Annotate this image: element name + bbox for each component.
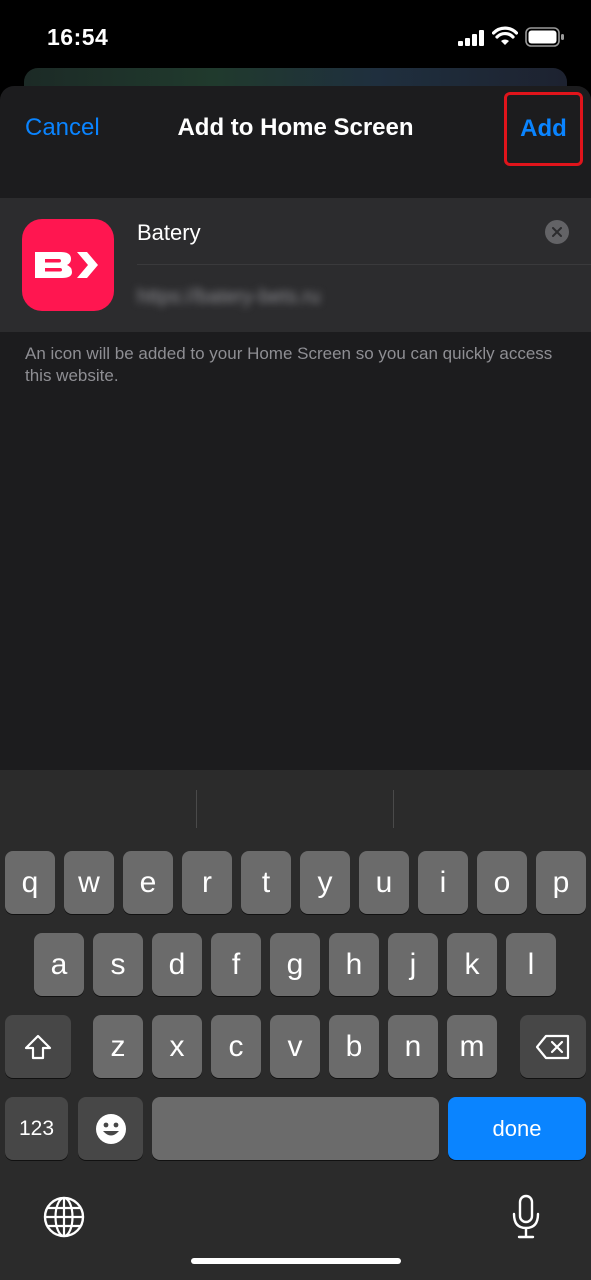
batery-logo-icon: [35, 252, 98, 278]
key-i[interactable]: i: [418, 851, 468, 914]
home-indicator: [191, 1258, 401, 1264]
bookmark-name-input[interactable]: [137, 216, 577, 250]
suggestion-divider: [196, 790, 197, 828]
key-l[interactable]: l: [506, 933, 556, 996]
website-url: https://batery-bets.ru: [137, 286, 321, 308]
key-v[interactable]: v: [270, 1015, 320, 1078]
globe-icon[interactable]: [43, 1196, 85, 1238]
battery-icon: [525, 27, 564, 47]
key-q[interactable]: q: [5, 851, 55, 914]
key-b[interactable]: b: [329, 1015, 379, 1078]
keyboard: qwertyuiop asdfghjkl zxcvbnm 123 done: [0, 770, 591, 1280]
add-button[interactable]: Add: [504, 92, 583, 166]
key-m[interactable]: m: [447, 1015, 497, 1078]
key-s[interactable]: s: [93, 933, 143, 996]
key-r[interactable]: r: [182, 851, 232, 914]
key-w[interactable]: w: [64, 851, 114, 914]
clear-text-button[interactable]: [545, 220, 569, 244]
suggestion-divider: [393, 790, 394, 828]
bookmark-card: https://batery-bets.ru: [0, 198, 591, 332]
shift-key[interactable]: [5, 1015, 71, 1078]
key-e[interactable]: e: [123, 851, 173, 914]
key-c[interactable]: c: [211, 1015, 261, 1078]
divider: [137, 264, 591, 265]
done-key[interactable]: done: [448, 1097, 586, 1160]
key-g[interactable]: g: [270, 933, 320, 996]
emoji-icon: [95, 1113, 126, 1144]
cellular-signal-icon: [458, 30, 484, 46]
wifi-icon: [492, 26, 518, 45]
key-n[interactable]: n: [388, 1015, 438, 1078]
key-o[interactable]: o: [477, 851, 527, 914]
backspace-icon: [535, 1034, 570, 1059]
key-z[interactable]: z: [93, 1015, 143, 1078]
app-icon: [22, 219, 114, 311]
key-t[interactable]: t: [241, 851, 291, 914]
navigation-bar: Cancel Add to Home Screen Add: [0, 86, 591, 174]
key-h[interactable]: h: [329, 933, 379, 996]
key-u[interactable]: u: [359, 851, 409, 914]
numbers-key[interactable]: 123: [5, 1097, 68, 1160]
close-icon: [552, 227, 562, 237]
status-bar: 16:54: [0, 0, 591, 70]
key-d[interactable]: d: [152, 933, 202, 996]
shift-icon: [24, 1034, 52, 1059]
microphone-icon[interactable]: [510, 1194, 542, 1240]
emoji-key[interactable]: [78, 1097, 143, 1160]
key-a[interactable]: a: [34, 933, 84, 996]
key-j[interactable]: j: [388, 933, 438, 996]
page-title: Add to Home Screen: [177, 114, 414, 141]
key-y[interactable]: y: [300, 851, 350, 914]
info-note: An icon will be added to your Home Scree…: [25, 344, 553, 385]
status-time: 16:54: [47, 24, 109, 50]
key-x[interactable]: x: [152, 1015, 202, 1078]
key-p[interactable]: p: [536, 851, 586, 914]
space-key[interactable]: [152, 1097, 439, 1160]
delete-key[interactable]: [520, 1015, 586, 1078]
key-f[interactable]: f: [211, 933, 261, 996]
key-k[interactable]: k: [447, 933, 497, 996]
